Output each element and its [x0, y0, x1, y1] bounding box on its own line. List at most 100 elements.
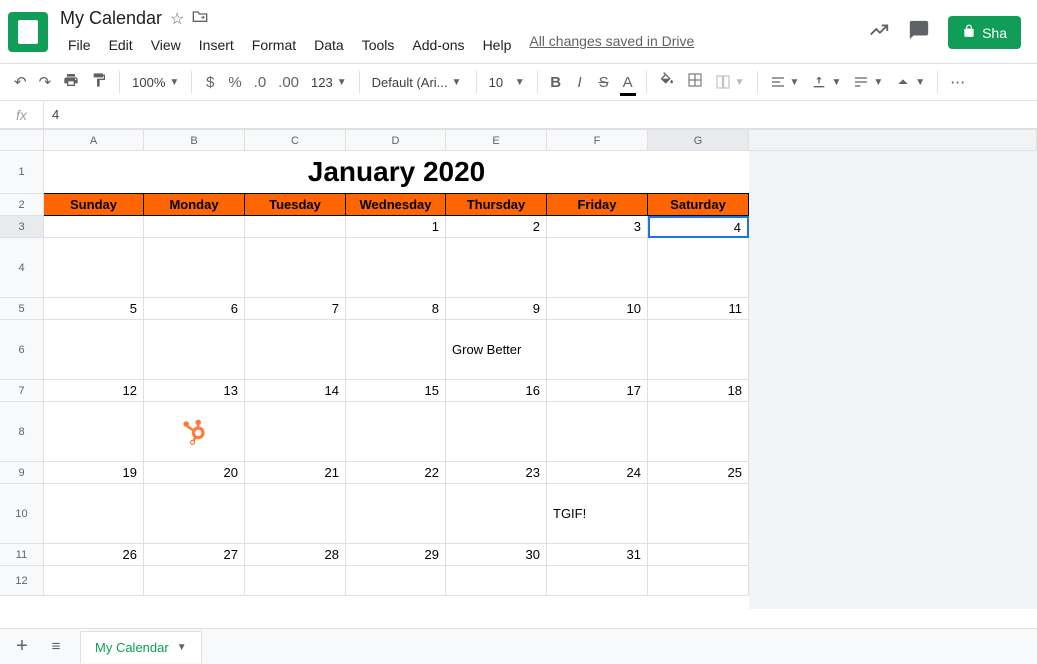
cell-D9[interactable]: 22 [346, 462, 446, 484]
cell-A3[interactable] [44, 216, 144, 238]
cell-E12[interactable] [446, 566, 547, 596]
text-rotation-dropdown[interactable]: ▼ [891, 72, 929, 92]
cell-C8[interactable] [245, 402, 346, 462]
cell-C4[interactable] [245, 238, 346, 298]
cell-F12[interactable] [547, 566, 648, 596]
day-header-tuesday[interactable]: Tuesday [245, 194, 346, 216]
menu-data[interactable]: Data [306, 33, 352, 57]
cell-A9[interactable]: 19 [44, 462, 144, 484]
menu-tools[interactable]: Tools [354, 33, 403, 57]
cell-tgif[interactable]: TGIF! [547, 484, 648, 544]
cell-G8[interactable] [648, 402, 749, 462]
share-button[interactable]: Sha [948, 16, 1021, 49]
cell-G4[interactable] [648, 238, 749, 298]
cell-E11[interactable]: 30 [446, 544, 547, 566]
activity-icon[interactable] [868, 19, 890, 46]
cell-F7[interactable]: 17 [547, 380, 648, 402]
move-icon[interactable] [192, 9, 208, 28]
cell-E4[interactable] [446, 238, 547, 298]
font-dropdown[interactable]: Default (Ari...▼ [368, 73, 468, 92]
star-icon[interactable]: ☆ [170, 9, 184, 29]
column-header-D[interactable]: D [346, 129, 446, 151]
day-header-wednesday[interactable]: Wednesday [346, 194, 446, 216]
menu-help[interactable]: Help [475, 33, 520, 57]
cell-D10[interactable] [346, 484, 446, 544]
cell-D8[interactable] [346, 402, 446, 462]
menu-view[interactable]: View [143, 33, 189, 57]
font-size-dropdown[interactable]: 10▼ [485, 73, 529, 92]
cell-D7[interactable]: 15 [346, 380, 446, 402]
row-header-1[interactable]: 1 [0, 151, 44, 194]
sheet-tab-active[interactable]: My Calendar ▼ [80, 631, 202, 663]
redo-button[interactable]: ↷ [35, 69, 56, 95]
cell-E8[interactable] [446, 402, 547, 462]
column-header-G[interactable]: G [648, 129, 749, 151]
cell-C7[interactable]: 14 [245, 380, 346, 402]
row-header-3[interactable]: 3 [0, 216, 44, 238]
cell-G3[interactable]: 4 [648, 216, 749, 238]
cell-A5[interactable]: 5 [44, 298, 144, 320]
cell-B12[interactable] [144, 566, 245, 596]
select-all-corner[interactable] [0, 129, 44, 151]
cell-F6[interactable] [547, 320, 648, 380]
cell-F8[interactable] [547, 402, 648, 462]
cell-B4[interactable] [144, 238, 245, 298]
menu-edit[interactable]: Edit [101, 33, 141, 57]
cell-D6[interactable] [346, 320, 446, 380]
cell-G11[interactable] [648, 544, 749, 566]
column-header-A[interactable]: A [44, 129, 144, 151]
day-header-thursday[interactable]: Thursday [446, 194, 547, 216]
vertical-align-dropdown[interactable]: ▼ [807, 72, 845, 92]
cell-A8[interactable] [44, 402, 144, 462]
cell-F5[interactable]: 10 [547, 298, 648, 320]
cell-D5[interactable]: 8 [346, 298, 446, 320]
menu-insert[interactable]: Insert [191, 33, 242, 57]
more-toolbar-button[interactable]: ⋯ [946, 69, 969, 95]
cell-B6[interactable] [144, 320, 245, 380]
cell-E7[interactable]: 16 [446, 380, 547, 402]
cell-C10[interactable] [245, 484, 346, 544]
cell-F3[interactable]: 3 [547, 216, 648, 238]
cell-A7[interactable]: 12 [44, 380, 144, 402]
cell-G10[interactable] [648, 484, 749, 544]
cell-B3[interactable] [144, 216, 245, 238]
month-title[interactable]: January 2020 [44, 151, 749, 194]
row-header-2[interactable]: 2 [0, 194, 44, 216]
cell-F4[interactable] [547, 238, 648, 298]
row-header-5[interactable]: 5 [0, 298, 44, 320]
column-header-C[interactable]: C [245, 129, 346, 151]
row-header-7[interactable]: 7 [0, 380, 44, 402]
cell-G12[interactable] [648, 566, 749, 596]
save-status[interactable]: All changes saved in Drive [529, 33, 694, 57]
cell-D4[interactable] [346, 238, 446, 298]
column-header-B[interactable]: B [144, 129, 245, 151]
fill-color-button[interactable] [655, 68, 679, 96]
italic-button[interactable]: I [570, 70, 590, 95]
cell-B11[interactable]: 27 [144, 544, 245, 566]
day-header-saturday[interactable]: Saturday [648, 194, 749, 216]
all-sheets-button[interactable]: ≡ [46, 634, 66, 659]
cell-A4[interactable] [44, 238, 144, 298]
horizontal-align-dropdown[interactable]: ▼ [766, 72, 804, 92]
more-formats-dropdown[interactable]: 123▼ [307, 73, 351, 92]
cell-E5[interactable]: 9 [446, 298, 547, 320]
sheet-tab-menu-icon[interactable]: ▼ [177, 642, 187, 653]
cell-G6[interactable] [648, 320, 749, 380]
menu-addons[interactable]: Add-ons [404, 33, 472, 57]
merge-cells-dropdown[interactable]: ▼ [711, 72, 749, 92]
column-header-F[interactable]: F [547, 129, 648, 151]
row-header-12[interactable]: 12 [0, 566, 44, 596]
day-header-monday[interactable]: Monday [144, 194, 245, 216]
row-header-6[interactable]: 6 [0, 320, 44, 380]
day-header-friday[interactable]: Friday [547, 194, 648, 216]
cell-B10[interactable] [144, 484, 245, 544]
cell-C12[interactable] [245, 566, 346, 596]
menu-format[interactable]: Format [244, 33, 304, 57]
row-header-4[interactable]: 4 [0, 238, 44, 298]
cell-G5[interactable]: 11 [648, 298, 749, 320]
hubspot-logo-cell[interactable] [144, 402, 245, 462]
cell-B7[interactable]: 13 [144, 380, 245, 402]
cell-C3[interactable] [245, 216, 346, 238]
cell-C11[interactable]: 28 [245, 544, 346, 566]
row-header-10[interactable]: 10 [0, 484, 44, 544]
